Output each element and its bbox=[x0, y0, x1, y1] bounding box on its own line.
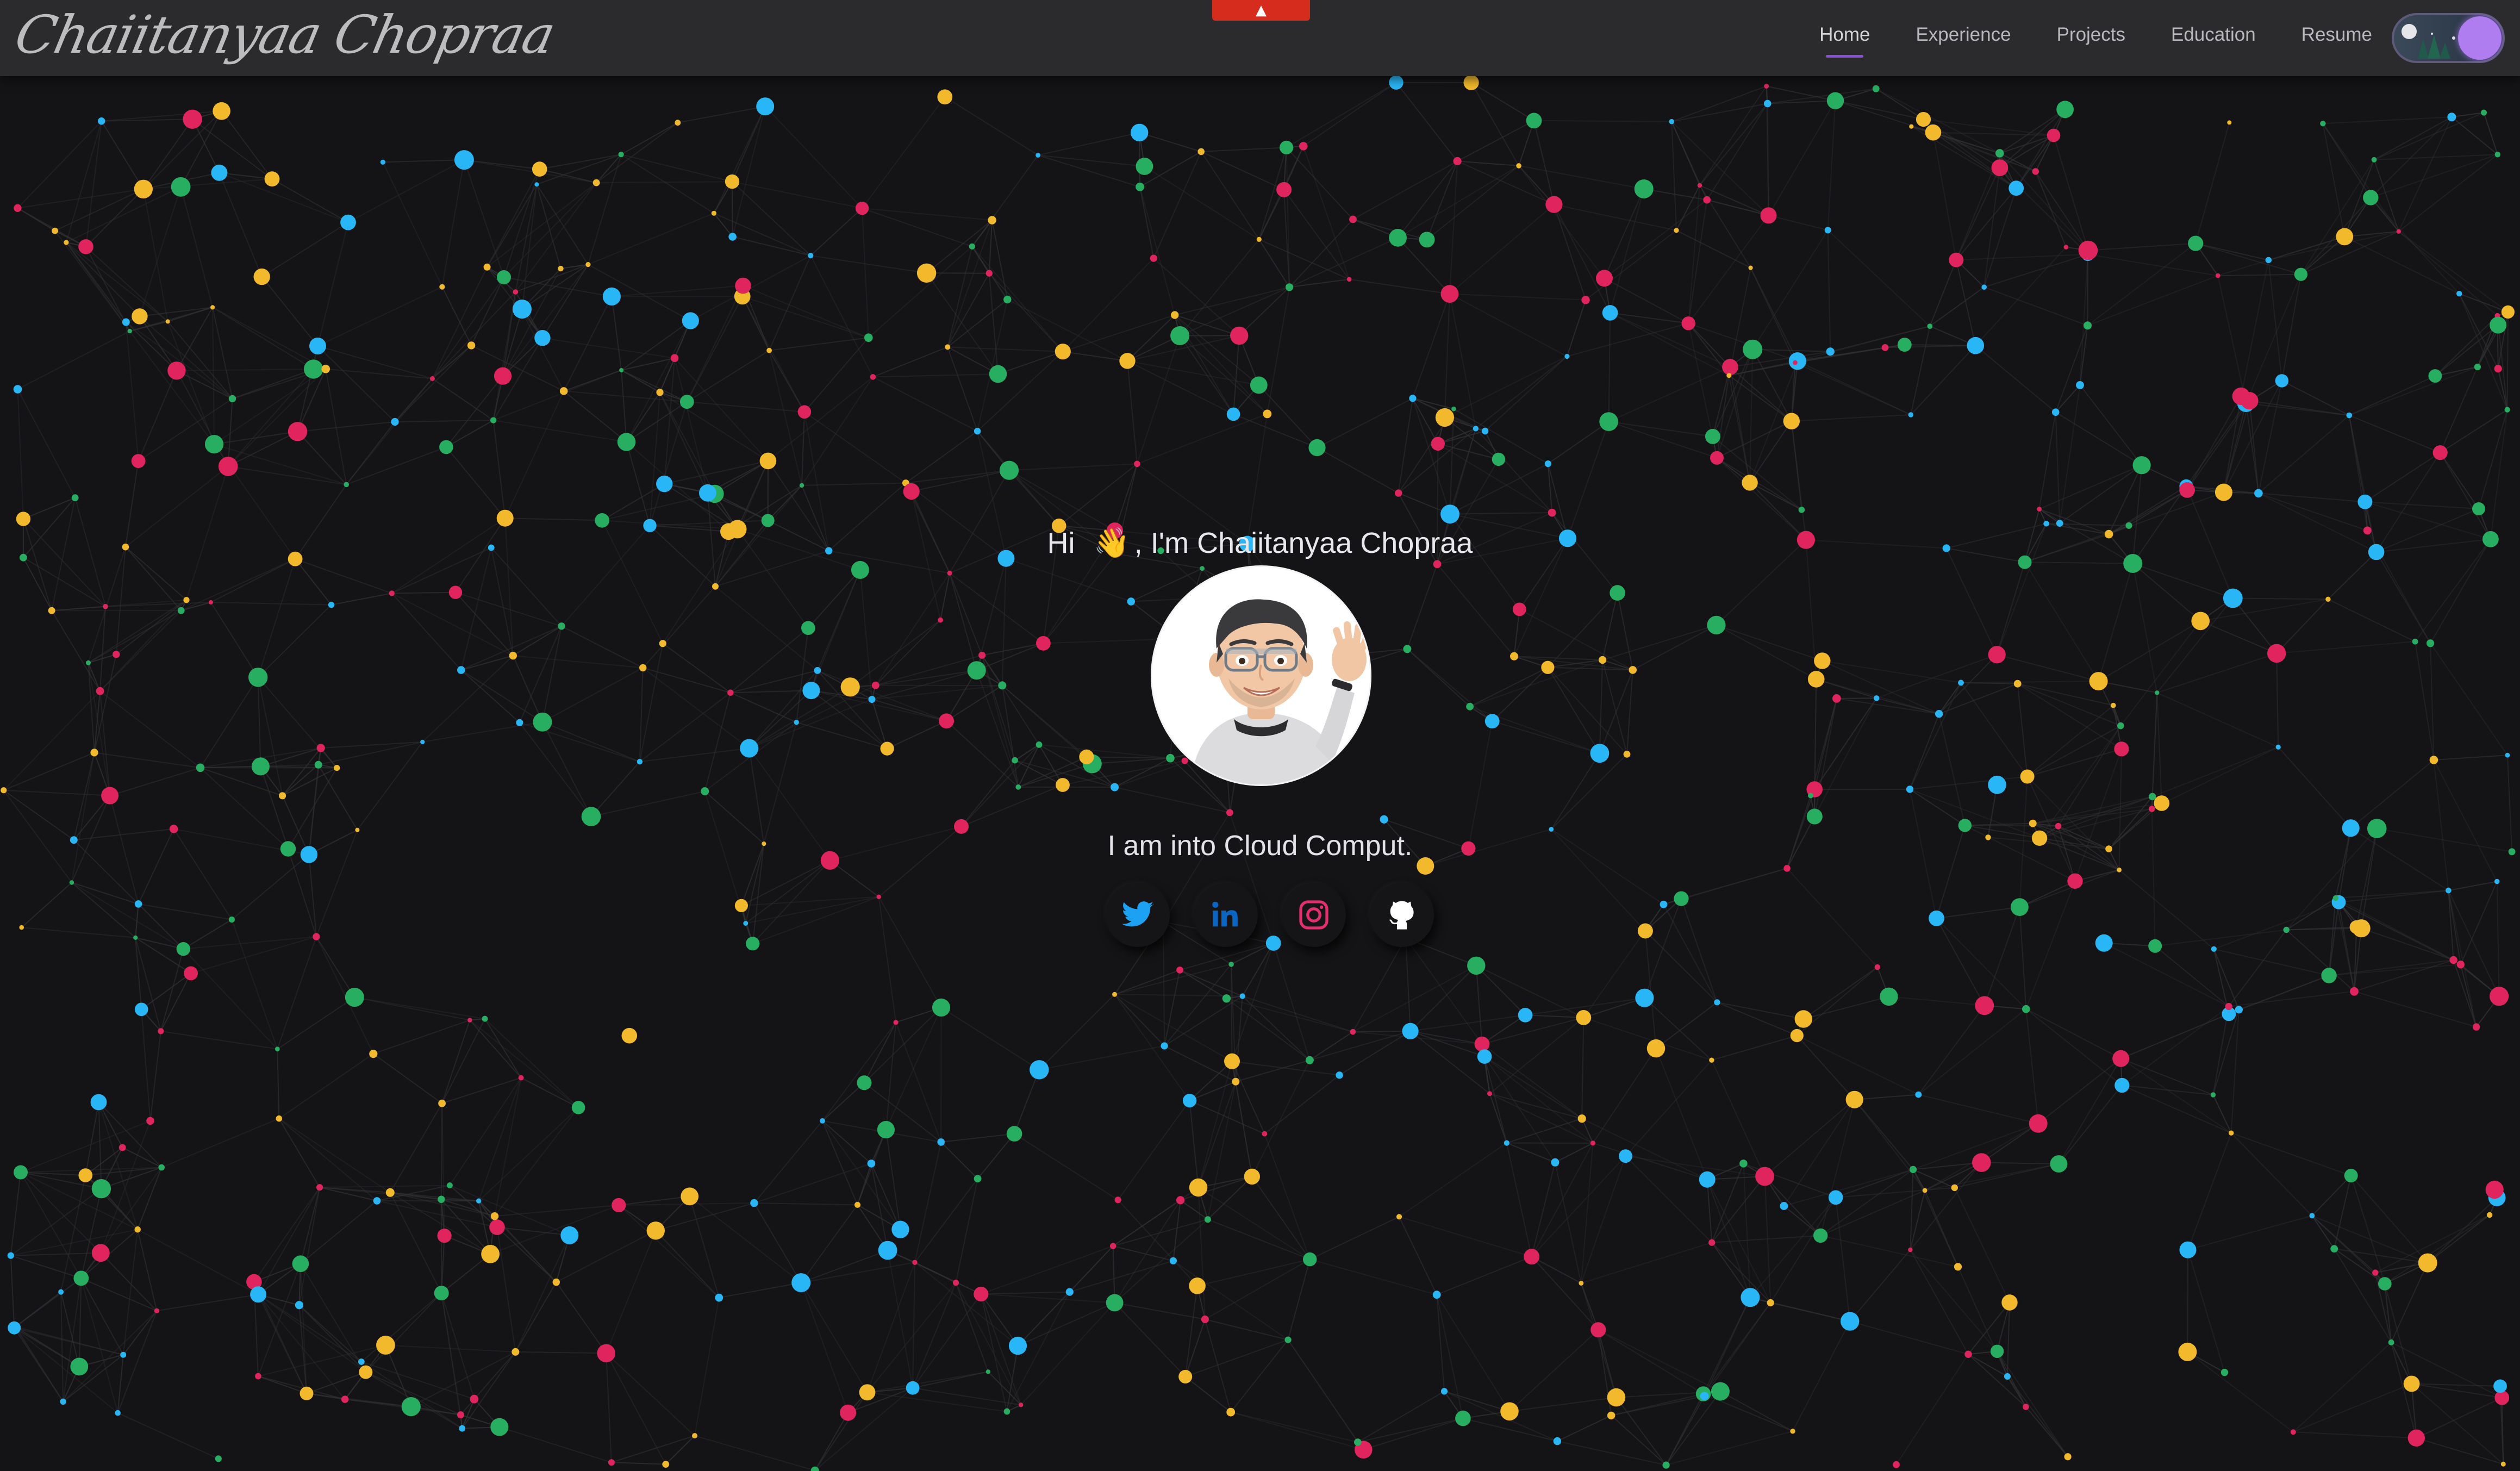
github-icon bbox=[1389, 901, 1414, 930]
nav-item-experience[interactable]: Experience bbox=[1916, 24, 2011, 46]
nav-item-education[interactable]: Education bbox=[2171, 24, 2256, 46]
github-link[interactable] bbox=[1370, 883, 1434, 947]
greeting-text: Hi 👋, I'm Chaiitanyaa Chopraa bbox=[0, 526, 2520, 560]
memoji-avatar-icon bbox=[1152, 567, 1370, 784]
twitter-link[interactable] bbox=[1106, 883, 1170, 947]
avatar bbox=[1152, 567, 1370, 784]
scroll-top-tab[interactable]: ▲ bbox=[1212, 0, 1310, 21]
wave-hand-icon: 👋 bbox=[1093, 527, 1130, 559]
nav-item-resume[interactable]: Resume bbox=[2301, 24, 2372, 46]
toggle-knob[interactable] bbox=[2458, 16, 2502, 60]
trees-icon bbox=[2418, 33, 2455, 59]
greeting-prefix: Hi bbox=[1047, 527, 1075, 559]
greeting-name: , I'm Chaiitanyaa Chopraa bbox=[1134, 527, 1473, 559]
nav-item-home[interactable]: Home bbox=[1819, 24, 1870, 58]
arrow-up-icon: ▲ bbox=[1256, 2, 1267, 18]
hero-section: Hi 👋, I'm Chaiitanyaa Chopraa I am into … bbox=[0, 0, 2520, 1471]
nav-item-projects[interactable]: Projects bbox=[2057, 24, 2125, 46]
tagline-typewriter: I am into Cloud Comput. bbox=[1107, 830, 1413, 862]
nav-links: Home Experience Projects Education Resum… bbox=[1774, 24, 2372, 58]
linkedin-link[interactable] bbox=[1194, 883, 1258, 947]
social-links bbox=[1106, 883, 1434, 947]
linkedin-icon bbox=[1212, 901, 1238, 927]
page: Chaiitanyaa Chopraa Home Experience Proj… bbox=[0, 0, 2520, 1471]
logo-signature[interactable]: Chaiitanyaa Chopraa bbox=[10, 4, 559, 65]
theme-toggle[interactable] bbox=[2392, 13, 2505, 63]
instagram-icon bbox=[1299, 900, 1328, 930]
twitter-icon bbox=[1121, 901, 1154, 927]
instagram-link[interactable] bbox=[1282, 883, 1346, 947]
